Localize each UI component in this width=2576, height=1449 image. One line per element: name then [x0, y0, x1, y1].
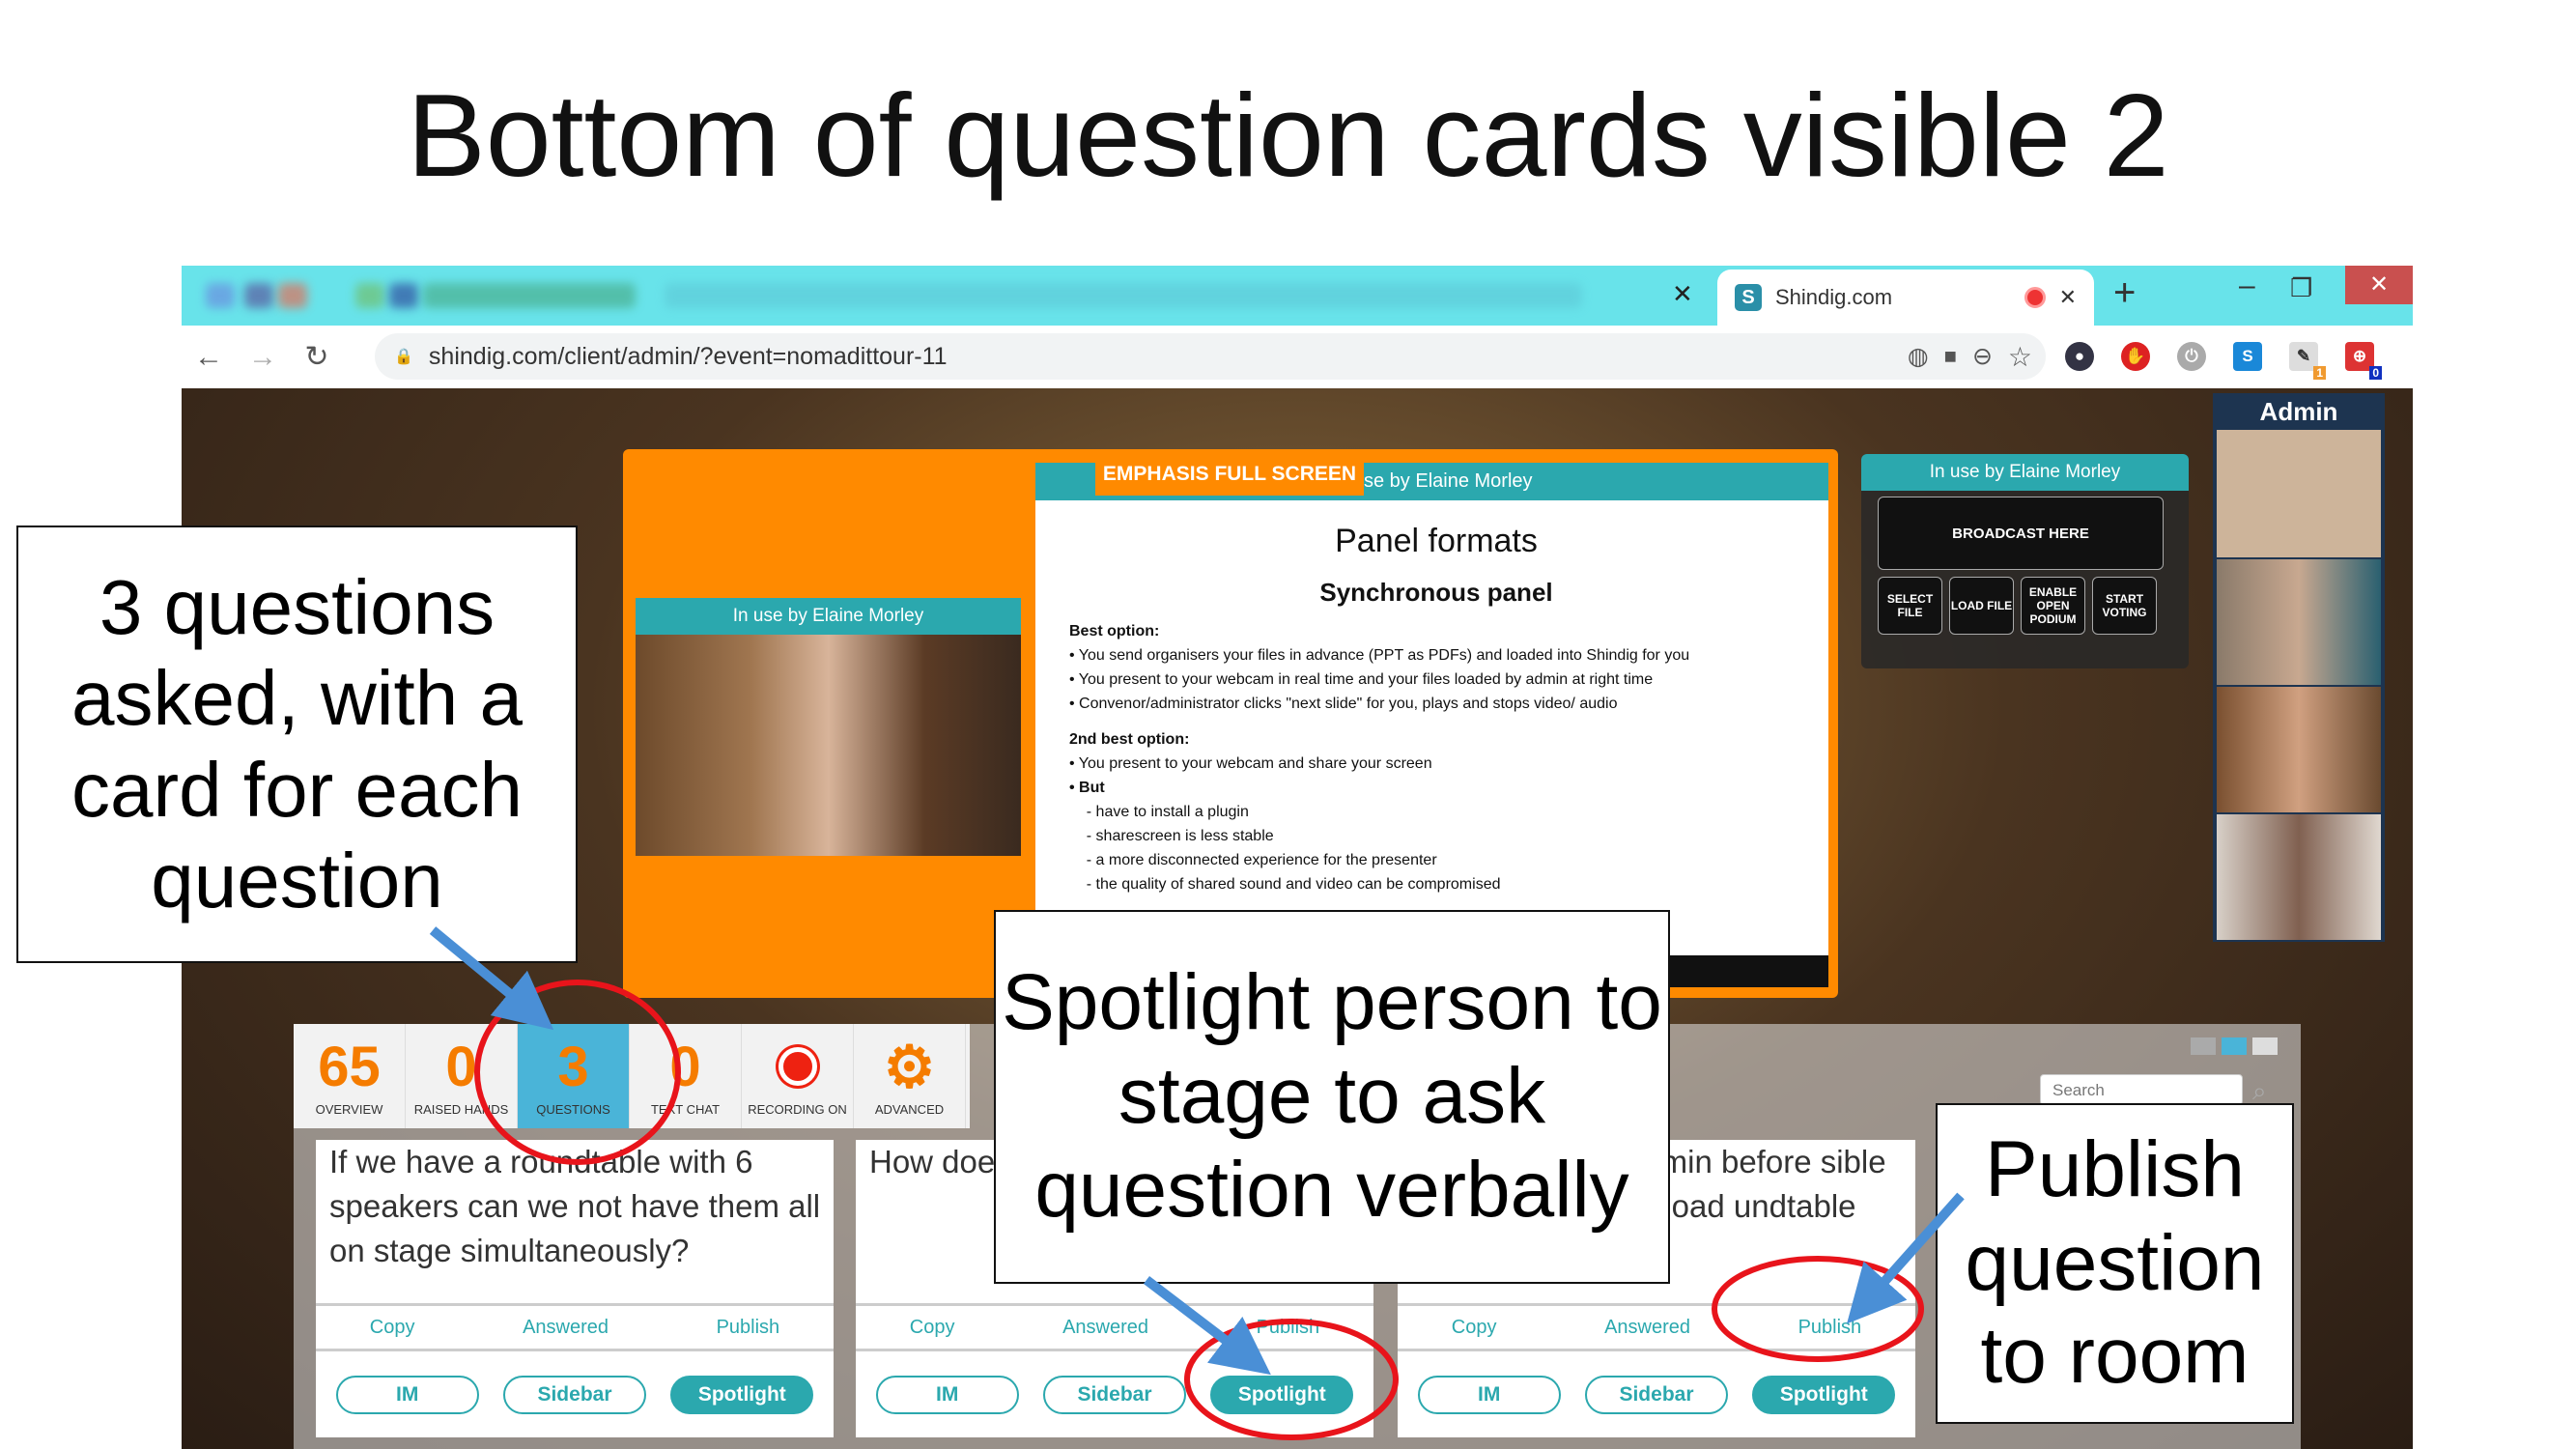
annotation-overlay	[429, 926, 1965, 1440]
arrow-to-spotlight	[1143, 1276, 1271, 1376]
highlight-circle-questions	[474, 980, 681, 1165]
arrow-to-questions	[429, 926, 554, 1031]
